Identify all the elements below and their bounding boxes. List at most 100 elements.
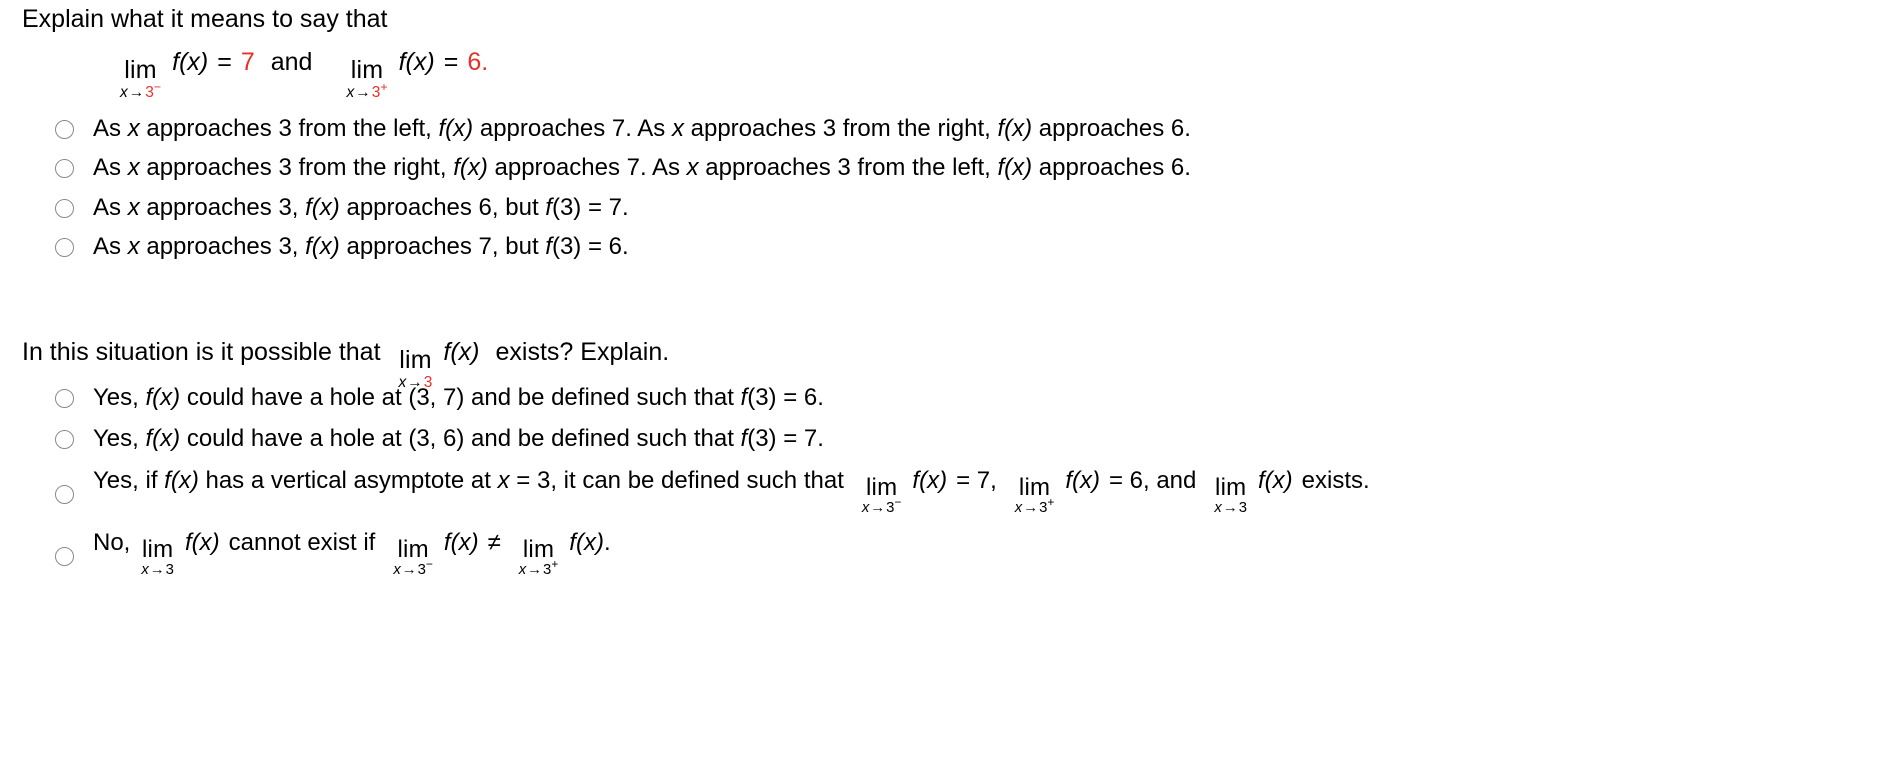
equals-sign-left: =	[217, 48, 232, 76]
limit-operator-c: lim x→3+	[519, 535, 559, 578]
limit-subscript: x→3−	[393, 558, 433, 578]
text-run: As	[93, 154, 128, 182]
option-label: Yes, f(x) could have a hole at (3, 7) an…	[93, 384, 824, 411]
text-run: (3) = 6.	[551, 233, 629, 261]
not-equal-sign: ≠	[487, 528, 501, 556]
radio-button-icon[interactable]	[55, 120, 74, 139]
limit-equals-value-a: = 7,	[956, 466, 997, 494]
limit-operator-b: lim x→3−	[393, 535, 433, 578]
limit-op-text: lim	[350, 55, 384, 84]
math-symbol: f(x)	[305, 233, 340, 261]
radio-option-row[interactable]: No, lim x→3 f(x) cannot exist if lim x→3−…	[55, 528, 1370, 577]
radio-option-row[interactable]: As x approaches 3, f(x) approaches 6, bu…	[55, 193, 1191, 221]
radio-button-icon[interactable]	[55, 389, 74, 408]
function-label-b: f(x)	[1065, 466, 1100, 494]
limit-value-left: 7	[240, 48, 255, 76]
limit-op-text: lim	[866, 473, 898, 501]
text-run: approaches 3,	[139, 233, 306, 261]
math-symbol: x	[127, 193, 140, 221]
limit-sub-var: x	[120, 83, 128, 101]
limit-subscript: x→3−	[120, 80, 161, 101]
radio-option-row[interactable]: Yes, if f(x) has a vertical asymptote at…	[55, 466, 1370, 515]
math-symbol: f(x)	[145, 425, 181, 453]
limit-operator-right: lim x→3+	[346, 55, 387, 101]
limit-arrow-icon: →	[355, 83, 371, 101]
limit-side-sign: −	[153, 79, 162, 94]
math-symbol: f(x)	[997, 115, 1033, 142]
question-2-prompt-before: In this situation is it possible that	[22, 338, 381, 366]
function-label-right: f(x)	[398, 48, 435, 76]
limit-arrow-icon: →	[1222, 499, 1238, 516]
limit-subscript: x→3	[1214, 501, 1247, 516]
limit-equals-value-b: = 6, and	[1108, 466, 1197, 494]
option-tail-text: exists.	[1301, 466, 1370, 494]
limit-approach-value: 3	[417, 561, 426, 578]
limit-arrow-icon: →	[128, 83, 145, 101]
period-mark: .	[481, 48, 489, 76]
text-run: (3) = 7.	[551, 193, 629, 221]
radio-option-row[interactable]: Yes, f(x) could have a hole at (3, 7) an…	[55, 384, 1370, 411]
limit-op-text: lim	[397, 535, 429, 563]
option-label: Yes, f(x) could have a hole at (3, 6) an…	[93, 426, 824, 452]
radio-option-row[interactable]: Yes, f(x) could have a hole at (3, 6) an…	[55, 426, 1370, 452]
option-label: As x approaches 3, f(x) approaches 6, bu…	[93, 193, 629, 221]
limit-sub-var: x	[141, 561, 149, 578]
limit-approach-value: 3	[145, 83, 154, 101]
function-label-a: f(x)	[184, 528, 220, 556]
period-mark: .	[603, 528, 611, 556]
radio-button-icon[interactable]	[55, 198, 74, 218]
limit-arrow-icon: →	[527, 561, 543, 578]
text-run: approaches 7. As	[487, 154, 687, 182]
radio-button-icon[interactable]	[55, 238, 74, 258]
text-run: approaches 7. As	[473, 115, 672, 142]
option-lead-text-2: has a vertical asymptote at	[198, 466, 498, 494]
function-label-q2: f(x)	[443, 338, 480, 366]
radio-button-icon[interactable]	[55, 484, 74, 504]
question-page: Explain what it means to say that lim x→…	[0, 0, 1900, 776]
radio-option-row[interactable]: As x approaches 3 from the right, f(x) a…	[55, 155, 1191, 181]
limit-arrow-icon: →	[149, 561, 165, 578]
radio-button-icon[interactable]	[55, 430, 74, 450]
limit-op-text: lim	[142, 535, 174, 563]
text-run: approaches 6.	[1032, 115, 1191, 142]
math-symbol: x	[127, 154, 140, 182]
limit-subscript: x→3+	[346, 80, 387, 101]
limit-arrow-icon: →	[1023, 499, 1039, 516]
limit-subscript: x→3	[141, 561, 174, 578]
option-lead-text: Yes, if	[93, 466, 165, 494]
option-label: No, lim x→3 f(x) cannot exist if lim x→3−…	[93, 528, 611, 577]
option-mid-text: cannot exist if	[228, 528, 376, 556]
math-symbol: f(x)	[453, 154, 488, 182]
question-2-prompt: In this situation is it possible that li…	[22, 338, 669, 390]
text-run: approaches 7, but	[339, 233, 546, 261]
option-lead-text-3: = 3, it can be defined such that	[509, 466, 844, 494]
function-label: f(x)	[164, 466, 199, 494]
limit-op-text: lim	[399, 345, 432, 374]
option-label: Yes, if f(x) has a vertical asymptote at…	[93, 466, 1370, 515]
question-1-formula: lim x→3− f(x) = 7 and lim x→3+ f(x) = 6.	[118, 48, 489, 100]
text-run: Yes,	[93, 384, 146, 411]
limit-sub-var: x	[393, 561, 401, 578]
limit-side-sign: +	[1047, 495, 1055, 510]
text-run: (3) = 6.	[747, 384, 824, 411]
limit-subscript: x→3+	[1015, 496, 1055, 516]
math-symbol: f(x)	[438, 115, 474, 142]
limit-op-text: lim	[522, 535, 555, 563]
text-run: approaches 6, but	[339, 193, 546, 221]
function-label-left: f(x)	[172, 48, 209, 76]
math-symbol: f(x)	[305, 193, 340, 221]
limit-subscript: x→3+	[519, 558, 559, 578]
limit-op-text: lim	[1215, 473, 1247, 501]
option-label: As x approaches 3 from the right, f(x) a…	[93, 155, 1191, 181]
limit-op-text: lim	[1018, 473, 1051, 501]
radio-option-row[interactable]: As x approaches 3 from the left, f(x) ap…	[55, 115, 1191, 142]
function-label-c: f(x)	[569, 528, 604, 556]
text-run: As	[93, 115, 128, 142]
math-symbol: x	[127, 233, 140, 261]
radio-button-icon[interactable]	[55, 546, 74, 566]
option-label: As x approaches 3, f(x) approaches 7, bu…	[93, 233, 629, 261]
text-run: approaches 3 from the right,	[683, 115, 998, 142]
radio-option-row[interactable]: As x approaches 3, f(x) approaches 7, bu…	[55, 233, 1191, 261]
equals-sign-right: =	[443, 48, 459, 76]
radio-button-icon[interactable]	[55, 159, 74, 179]
